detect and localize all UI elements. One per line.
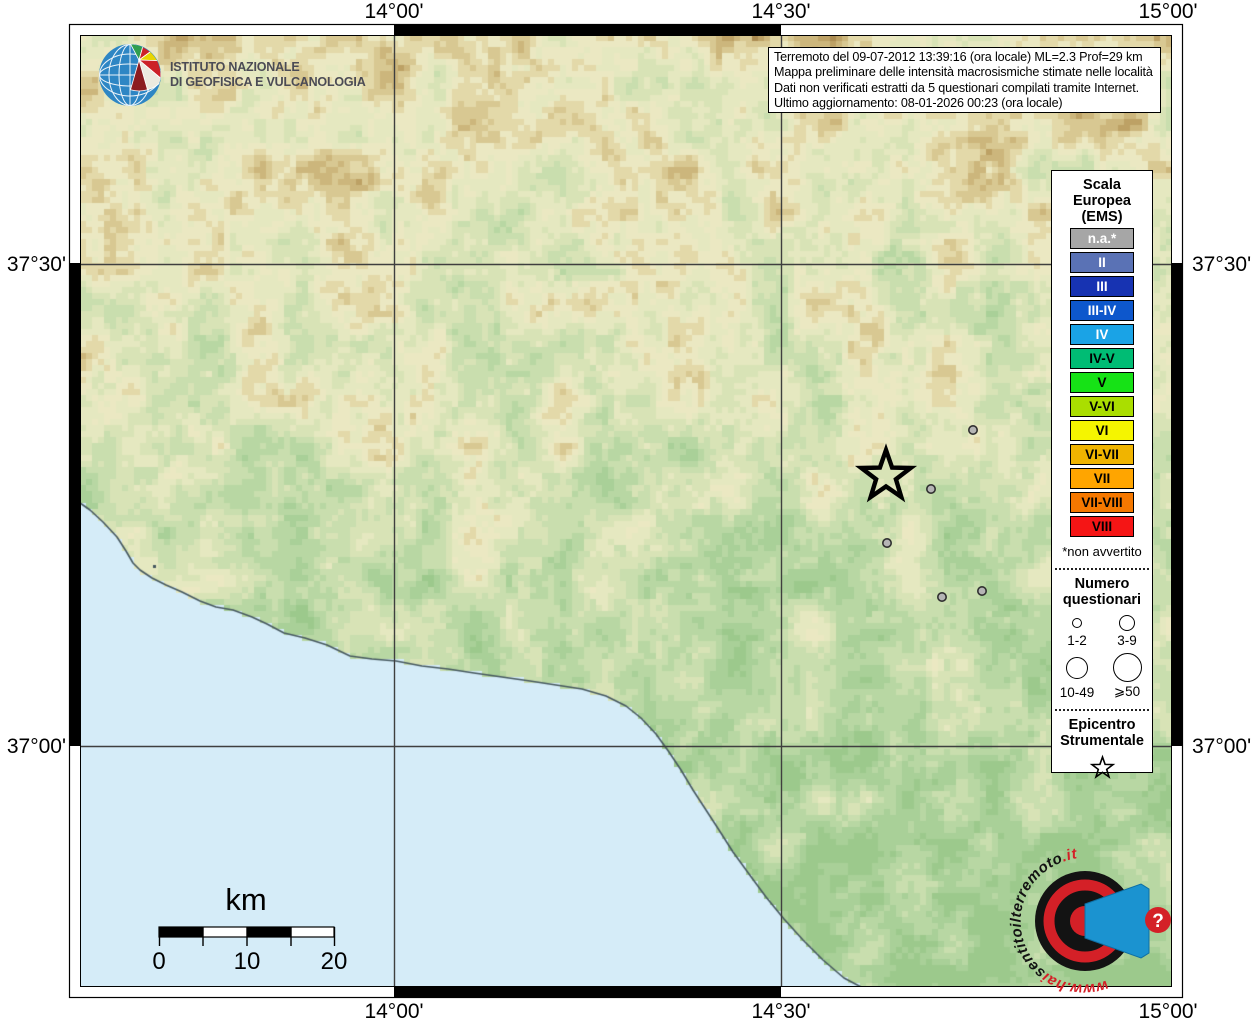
ems-swatch-v: V xyxy=(1070,372,1134,393)
epicenter-title: Epicentro Strumentale xyxy=(1052,717,1152,749)
ingv-wordmark: ISTITUTO NAZIONALE DI GEOFISICA E VULCAN… xyxy=(170,60,366,90)
locality-marker xyxy=(925,483,936,494)
scale-label-0: 0 xyxy=(152,948,166,975)
ems-swatch-iv-v: IV-V xyxy=(1070,348,1134,369)
legend-separator xyxy=(1055,709,1149,711)
info-line-data: Dati non verificati estratti da 5 questi… xyxy=(774,80,1139,95)
questionnaire-size-key: 1-2 3-9 10-49 ⩾50 xyxy=(1052,615,1152,700)
ingv-name-line2: DI GEOFISICA E VULCANOLOGIA xyxy=(170,75,366,89)
epicenter-star-marker xyxy=(854,443,918,503)
legend-title-line2: Europea xyxy=(1072,193,1131,209)
legend-separator xyxy=(1055,568,1149,570)
ems-swatch-na: n.a.* xyxy=(1070,228,1134,249)
ems-swatch-v-vi: V-VI xyxy=(1070,396,1134,417)
scale-bar-seg1 xyxy=(159,927,203,937)
axis-label-top-14-30: 14°30' xyxy=(751,0,811,23)
locality-marker xyxy=(976,585,987,596)
frame-band-top xyxy=(394,24,781,35)
size-label-50plus: ⩾50 xyxy=(1113,684,1141,699)
ingv-name-line1: ISTITUTO NAZIONALE xyxy=(170,60,300,74)
questionnaire-title-line2: questionari xyxy=(1062,592,1142,608)
axis-label-top-14-00: 14°00' xyxy=(364,0,424,23)
ems-swatch-vii: VII xyxy=(1070,468,1134,489)
epicenter-title-line1: Epicentro xyxy=(1068,717,1136,733)
legend-title-line1: Scala xyxy=(1083,177,1121,193)
ems-swatch-iii: III xyxy=(1070,276,1134,297)
frame-inner xyxy=(80,35,1172,987)
hsit-text-www: www.hai xyxy=(1038,968,1110,997)
ems-swatch-iv: IV xyxy=(1070,324,1134,345)
info-line-event: Terremoto del 09-07-2012 13:39:16 (ora l… xyxy=(774,50,1143,64)
axis-label-bottom-15-00: 15°00' xyxy=(1138,1000,1198,1023)
legend-title-line3: (EMS) xyxy=(1081,209,1123,225)
frame-outer xyxy=(68,23,1184,999)
earthquake-info-box: Terremoto del 09-07-2012 13:39:16 (ora l… xyxy=(768,47,1161,113)
frame-band-right xyxy=(1172,263,1183,746)
frame-band-left xyxy=(69,263,80,746)
map-frame xyxy=(68,23,1184,999)
locality-marker xyxy=(881,537,892,548)
scale-bar-unit: km xyxy=(225,882,267,917)
size-circle-10-49 xyxy=(1066,656,1088,679)
size-label-3-9: 3-9 xyxy=(1117,633,1137,648)
ems-swatch-vi-vii: VI-VII xyxy=(1070,444,1134,465)
hsit-logo: ? www.haisentitoilterremoto.it xyxy=(1008,845,1171,998)
epicenter-title-line2: Strumentale xyxy=(1060,733,1144,749)
scale-bar xyxy=(158,926,336,946)
axis-label-right-37-30: 37°30' xyxy=(1192,253,1252,276)
scale-label-10: 10 xyxy=(233,948,261,975)
size-label-10-49: 10-49 xyxy=(1059,684,1095,700)
size-label-1-2: 1-2 xyxy=(1067,633,1087,648)
info-line-map: Mappa preliminare delle intensità macros… xyxy=(774,65,1153,80)
ems-swatch-iii-iv: III-IV xyxy=(1070,300,1134,321)
axis-label-left-37-00: 37°00' xyxy=(6,735,66,758)
size-circle-3-9 xyxy=(1119,615,1135,631)
locality-marker xyxy=(967,424,978,435)
locality-marker xyxy=(936,591,947,602)
legend-footnote: *non avvertito xyxy=(1062,544,1142,559)
ems-legend: Scala Europea (EMS) n.a.* II III III-IV … xyxy=(1051,170,1153,779)
questionnaire-title-line1: Numero xyxy=(1074,576,1130,592)
info-line-update: Ultimo aggiornamento: 08-01-2026 00:23 (… xyxy=(774,96,1063,111)
ems-swatch-viii: VIII xyxy=(1070,516,1134,537)
macroseismic-map-page: ? www.haisentitoilterremoto.it 14°00' 14… xyxy=(0,0,1254,1024)
ems-swatch-vii-viii: VII-VIII xyxy=(1070,492,1134,513)
axis-label-bottom-14-30: 14°30' xyxy=(751,1000,811,1023)
size-circle-1-2 xyxy=(1072,618,1082,628)
legend-title: Scala Europea (EMS) xyxy=(1052,177,1152,225)
ingv-logo-icon xyxy=(99,44,161,106)
scale-bar-seg2 xyxy=(247,927,291,937)
graticule xyxy=(80,35,1172,987)
frame-band-bottom xyxy=(394,987,781,997)
axis-label-bottom-14-00: 14°00' xyxy=(364,1000,424,1023)
ems-swatch-ii: II xyxy=(1070,252,1134,273)
map-markers xyxy=(854,424,987,602)
size-circle-50plus xyxy=(1112,653,1142,682)
axis-label-top-15-00: 15°00' xyxy=(1138,0,1198,23)
axis-label-left-37-30: 37°30' xyxy=(6,253,66,276)
question-mark: ? xyxy=(1152,911,1164,932)
axis-label-right-37-00: 37°00' xyxy=(1192,735,1252,758)
ems-swatch-vi: VI xyxy=(1070,420,1134,441)
scale-label-20: 20 xyxy=(320,948,348,975)
epicenter-star-icon xyxy=(1089,754,1115,779)
questionnaire-title: Numero questionari xyxy=(1052,576,1152,608)
